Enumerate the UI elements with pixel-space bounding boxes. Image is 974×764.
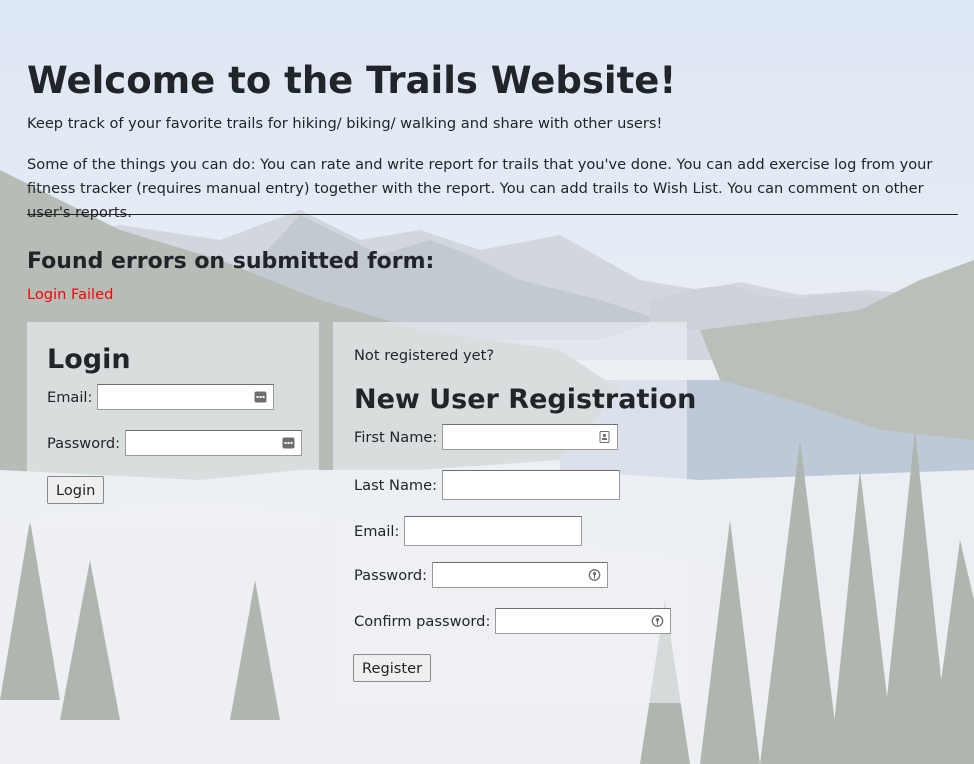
contact-card-icon[interactable] <box>598 431 611 443</box>
autofill-keyboard-icon[interactable] <box>282 437 295 449</box>
last-name-row: Last Name: <box>354 470 621 500</box>
confirm-password-label: Confirm password: <box>354 612 491 630</box>
login-password-label: Password: <box>47 434 121 452</box>
register-password-field[interactable] <box>432 562 609 588</box>
login-password-field[interactable] <box>125 430 303 456</box>
register-email-label: Email: <box>354 522 400 540</box>
password-key-icon[interactable] <box>651 615 664 627</box>
first-name-field[interactable] <box>442 424 619 450</box>
register-email-row: Email: <box>354 516 583 546</box>
confirm-password-field[interactable] <box>495 608 672 634</box>
autofill-keyboard-icon[interactable] <box>254 391 267 403</box>
intro-text: Keep track of your favorite trails for h… <box>27 115 663 132</box>
registration-panel: Not registered yet? New User Registratio… <box>333 322 696 703</box>
confirm-password-row: Confirm password: <box>354 608 672 634</box>
last-name-label: Last Name: <box>354 476 438 494</box>
last-name-field[interactable] <box>442 470 621 500</box>
register-password-row: Password: <box>354 562 609 588</box>
page-title: Welcome to the Trails Website! <box>27 59 677 102</box>
registration-title: New User Registration <box>354 384 697 415</box>
not-registered-text: Not registered yet? <box>354 347 495 364</box>
login-email-label: Email: <box>47 388 93 406</box>
first-name-label: First Name: <box>354 428 438 446</box>
divider <box>27 214 958 215</box>
error-heading: Found errors on submitted form: <box>27 249 435 274</box>
login-title: Login <box>47 344 131 375</box>
first-name-row: First Name: <box>354 424 619 450</box>
error-message: Login Failed <box>27 286 114 303</box>
login-email-row: Email: <box>47 384 275 410</box>
login-button[interactable]: Login <box>47 476 105 504</box>
login-password-row: Password: <box>47 430 303 456</box>
password-key-icon[interactable] <box>588 569 601 581</box>
register-password-label: Password: <box>354 566 428 584</box>
register-email-field[interactable] <box>404 516 583 546</box>
login-panel: Login Email: Password: Login <box>27 322 319 525</box>
login-email-field[interactable] <box>97 384 275 410</box>
register-button[interactable]: Register <box>353 654 432 682</box>
